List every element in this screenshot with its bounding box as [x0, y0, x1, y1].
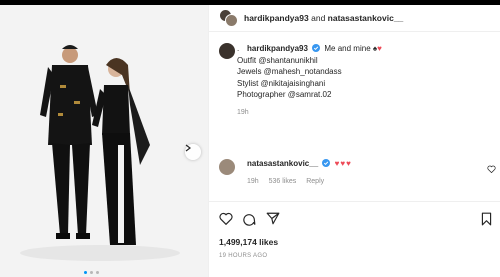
comment-like-heart-icon[interactable] — [487, 165, 496, 173]
commenter-avatar[interactable] — [219, 159, 235, 175]
comment-reply[interactable]: Reply — [306, 178, 324, 185]
bookmark-icon[interactable] — [481, 212, 492, 226]
avatar — [225, 14, 238, 27]
header-usernames: hardikpandya93 and natasastankovic__ — [244, 13, 403, 23]
caption-line: . — [237, 44, 240, 53]
caption-line: Photographer @samrat.02 — [237, 90, 332, 99]
post-details-panel: hardikpandya93 and natasastankovic__ har… — [208, 5, 500, 277]
header-and: and — [311, 13, 326, 23]
header-username-2[interactable]: natasastankovic__ — [328, 13, 404, 23]
caption-line: Jewels @mahesh_notandass — [237, 67, 342, 76]
carousel-dot-active — [84, 271, 87, 274]
post-photo[interactable] — [0, 5, 208, 277]
comment-meta: 19h 536 likes Reply — [247, 178, 332, 185]
caption-line: Outfit @shantanunikhil — [237, 55, 318, 65]
post-actions-bar — [209, 201, 500, 235]
verified-icon — [322, 159, 331, 167]
heart-emoji: ♥ — [377, 44, 382, 53]
likes-count[interactable]: 1,499,174 likes — [219, 237, 278, 247]
couple-photo-illustration — [0, 5, 208, 277]
comment-age: 19h — [247, 178, 259, 185]
comment-text: ♥♥♥ — [334, 159, 352, 168]
author-avatar[interactable] — [219, 43, 235, 59]
caption-credits: . Outfit @shantanunikhil Jewels @mahesh_… — [237, 35, 342, 118]
comment-likes[interactable]: 536 likes — [269, 178, 297, 185]
carousel-dots — [84, 271, 99, 274]
header-avatars[interactable] — [219, 9, 239, 27]
post-header: hardikpandya93 and natasastankovic__ — [209, 5, 500, 32]
comment-author[interactable]: natasastankovic__ — [247, 159, 318, 168]
heart-icon[interactable] — [219, 212, 233, 225]
comment-item: natasastankovic__ ♥♥♥ 19h 536 likes Repl… — [219, 159, 499, 185]
chevron-right-icon — [185, 144, 191, 152]
next-photo-button[interactable] — [185, 144, 201, 160]
share-icon[interactable] — [266, 212, 280, 225]
carousel-dot — [96, 271, 99, 274]
comment-icon[interactable] — [242, 212, 256, 226]
caption-line: Stylist @nikitajaisinghani — [237, 78, 326, 88]
carousel-dot — [90, 271, 93, 274]
post-timestamp: 19 HOURS AGO — [219, 253, 268, 259]
header-username-1[interactable]: hardikpandya93 — [244, 13, 309, 23]
caption-age: 19h — [237, 108, 249, 116]
